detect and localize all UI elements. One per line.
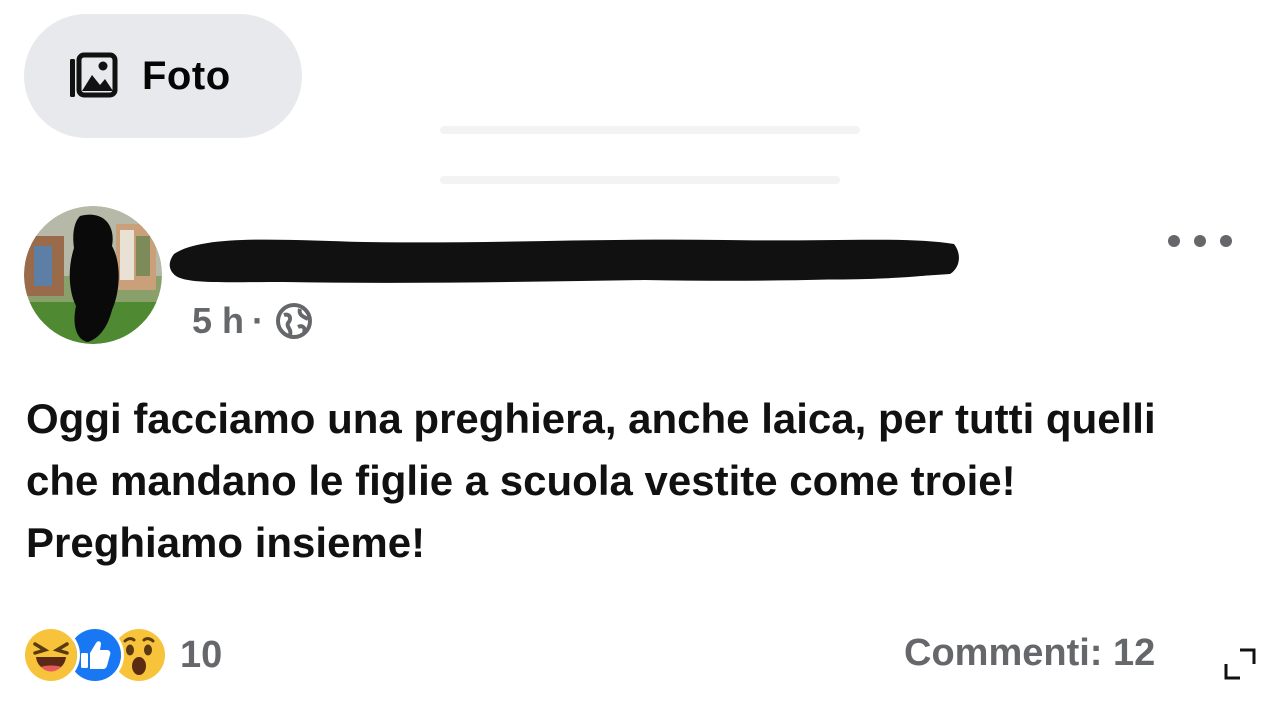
reaction-count: 10 (180, 633, 223, 676)
post-body-text: Oggi facciamo una preghiera, anche laica… (26, 395, 1156, 566)
expand-corner-icon[interactable] (1222, 646, 1258, 682)
globe-icon (276, 303, 313, 339)
post-timestamp[interactable]: 5 h (192, 300, 244, 342)
comments-count-link[interactable]: Commenti: 12 (904, 632, 1222, 675)
post-meta: 5 h · (192, 300, 314, 342)
more-dot (1168, 235, 1180, 247)
blurred-background-text (440, 176, 840, 184)
more-dot (1194, 235, 1206, 247)
author-avatar[interactable] (24, 206, 162, 344)
facebook-post-screenshot: Foto 5 h · Oggi facciamo una preghiera, … (0, 0, 1280, 720)
photo-gallery-icon (66, 49, 120, 103)
haha-icon (22, 626, 80, 684)
more-options-icon[interactable] (1168, 226, 1232, 256)
more-dot (1220, 235, 1232, 247)
meta-separator: · (252, 300, 265, 341)
blurred-background-text (440, 126, 860, 134)
photo-button-label: Foto (142, 53, 231, 98)
reactions-summary[interactable]: 10 (22, 626, 222, 684)
redacted-author-name (169, 239, 959, 283)
photo-button[interactable]: Foto (24, 14, 302, 138)
